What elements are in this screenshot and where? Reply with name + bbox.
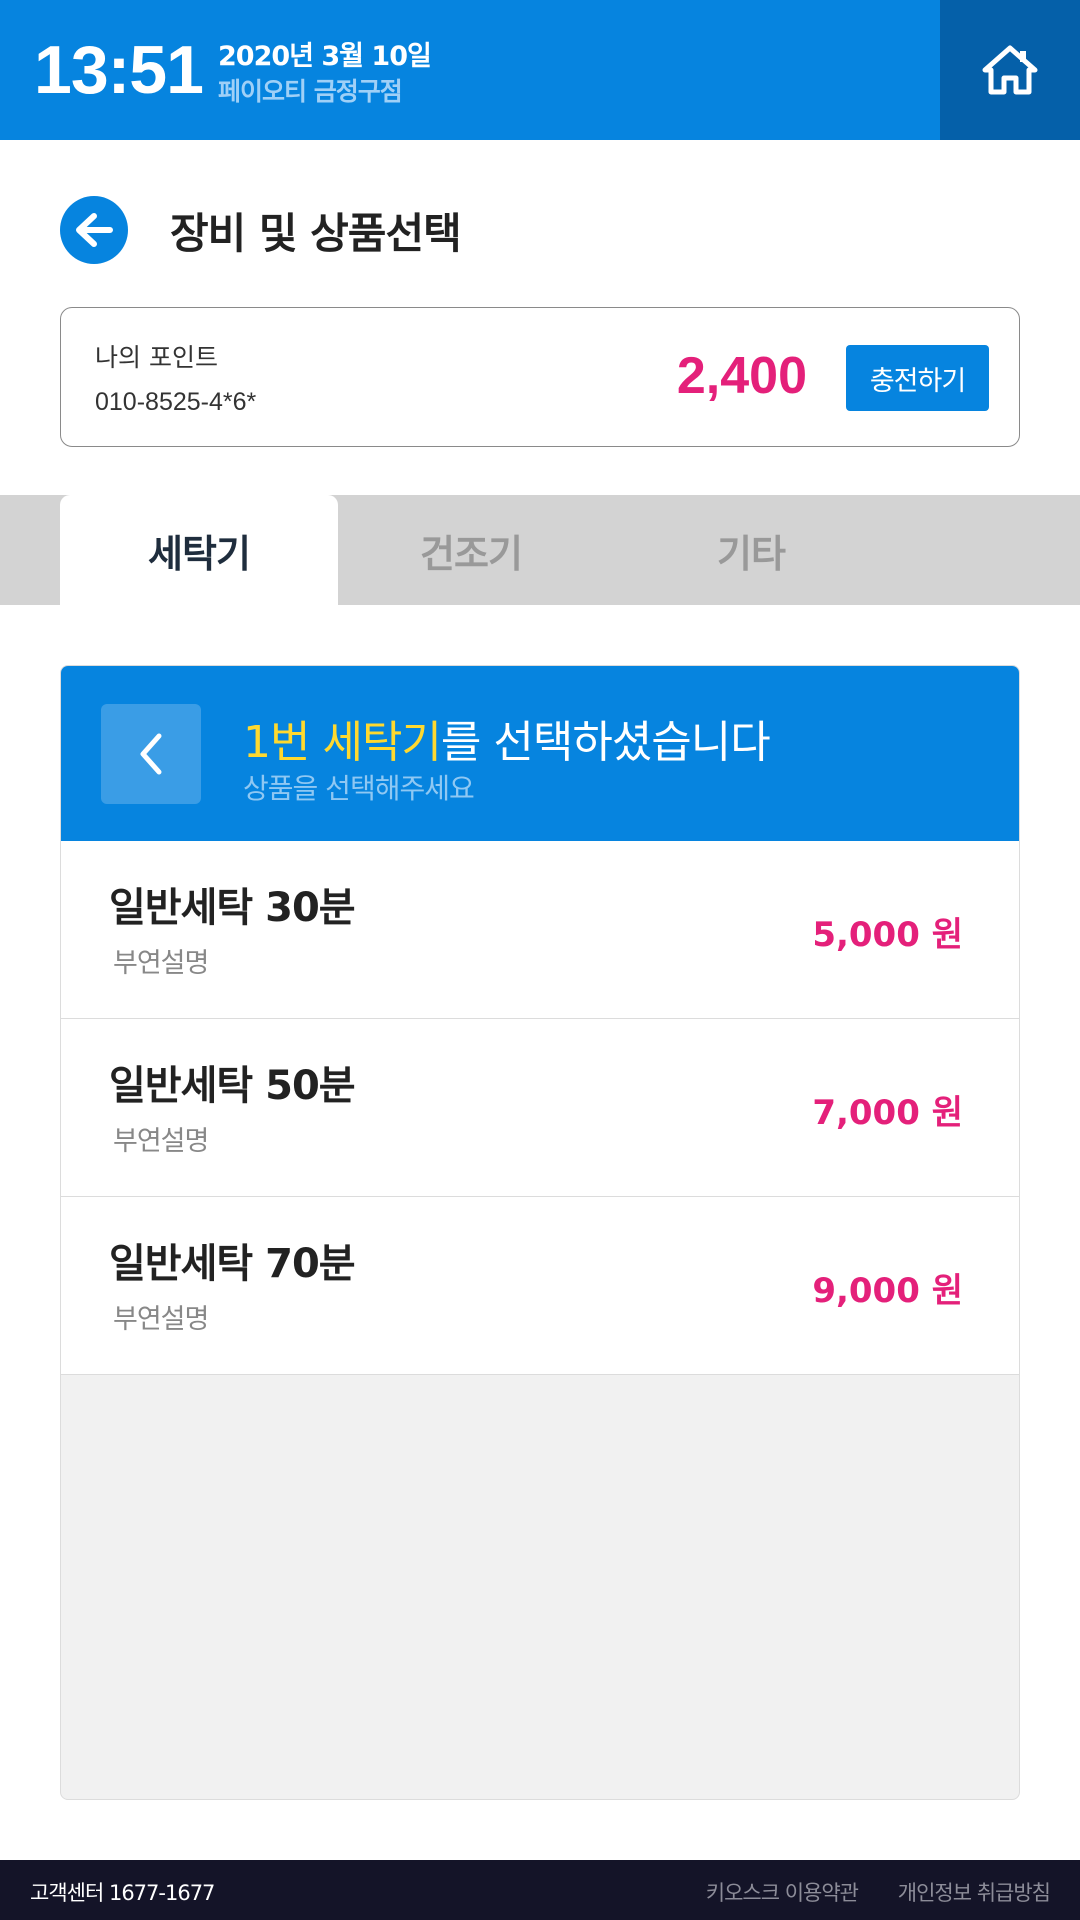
- top-header: 13:51 2020년 3월 10일 페이오티 금정구점: [0, 0, 1080, 140]
- panel-header: 1번 세탁기를 선택하셨습니다 상품을 선택해주세요: [61, 666, 1019, 841]
- tab-dryer[interactable]: 건조기: [332, 495, 610, 605]
- footer: 고객센터 1677-1677 키오스크 이용약관 개인정보 취급방침: [0, 1860, 1080, 1920]
- charge-button[interactable]: 충전하기: [846, 345, 989, 411]
- privacy-link[interactable]: 개인정보 취급방침: [898, 1877, 1051, 1907]
- kiosk-screen: 13:51 2020년 3월 10일 페이오티 금정구점 장비 및 상품선택 나…: [0, 0, 1080, 1920]
- arrow-left-icon: [76, 213, 113, 247]
- selected-machine-name: 1번 세탁기: [243, 717, 442, 768]
- product-price: 9,000 원: [812, 1271, 963, 1311]
- home-icon: [982, 45, 1038, 95]
- product-price: 7,000 원: [812, 1093, 963, 1133]
- product-desc: 부연설명: [113, 1304, 209, 1335]
- page-title: 장비 및 상품선택: [170, 209, 462, 258]
- points-card: 나의 포인트 010-8525-4*6* 2,400 충전하기: [60, 307, 1020, 447]
- clock: 13:51: [34, 32, 204, 108]
- category-tabs: 세탁기 건조기 기타: [0, 495, 1080, 605]
- date-label: 2020년 3월 10일: [218, 41, 432, 72]
- product-name: 일반세탁 50분: [109, 1063, 356, 1109]
- tab-washer[interactable]: 세탁기: [60, 495, 338, 605]
- store-name: 페이오티 금정구점: [218, 77, 403, 106]
- product-desc: 부연설명: [113, 948, 209, 979]
- selected-machine-suffix: 를 선택하셨습니다: [440, 717, 771, 768]
- panel-subtitle: 상품을 선택해주세요: [243, 772, 475, 805]
- back-button[interactable]: [60, 196, 128, 264]
- product-list: 일반세탁 30분 부연설명 5,000 원 일반세탁 50분 부연설명 7,00…: [61, 841, 1019, 1375]
- terms-link[interactable]: 키오스크 이용약관: [706, 1877, 859, 1907]
- product-name: 일반세탁 30분: [109, 885, 356, 931]
- product-item[interactable]: 일반세탁 30분 부연설명 5,000 원: [61, 841, 1019, 1019]
- product-item[interactable]: 일반세탁 50분 부연설명 7,000 원: [61, 1019, 1019, 1197]
- product-price: 5,000 원: [812, 915, 963, 955]
- phone-number: 010-8525-4*6*: [95, 388, 257, 416]
- product-desc: 부연설명: [113, 1126, 209, 1157]
- product-panel: 1번 세탁기를 선택하셨습니다 상품을 선택해주세요 일반세탁 30분 부연설명…: [60, 665, 1020, 1800]
- product-item[interactable]: 일반세탁 70분 부연설명 9,000 원: [61, 1197, 1019, 1375]
- chevron-left-icon: [140, 733, 162, 775]
- tab-other[interactable]: 기타: [612, 495, 890, 605]
- selected-machine-title: 1번 세탁기를 선택하셨습니다: [243, 706, 771, 770]
- points-value: 2,400: [676, 347, 807, 405]
- panel-back-button[interactable]: [101, 704, 201, 804]
- support-phone: 고객센터 1677-1677: [30, 1881, 215, 1905]
- points-label: 나의 포인트: [95, 343, 218, 372]
- home-button[interactable]: [940, 0, 1080, 140]
- product-name: 일반세탁 70분: [109, 1241, 356, 1287]
